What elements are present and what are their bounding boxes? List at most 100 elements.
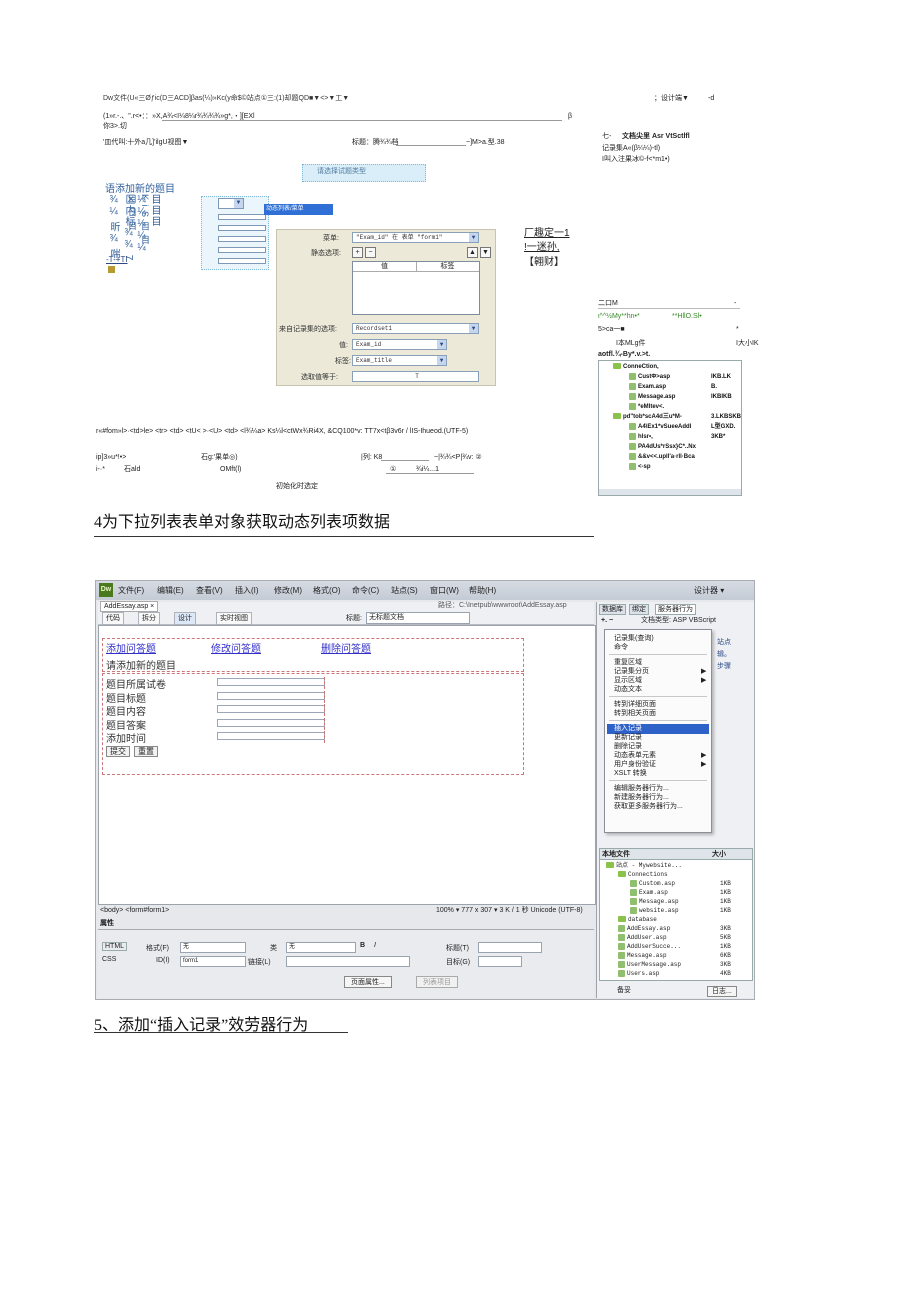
menu-item-5[interactable]: 显示区域 <box>614 676 642 685</box>
title-input-line[interactable] <box>396 145 466 146</box>
menu-item-9[interactable]: 转到相关页面 <box>614 709 656 718</box>
tree-item[interactable]: &&v<<.upll'a·rll·Bca <box>629 453 695 461</box>
id-select[interactable]: form1 <box>180 956 246 967</box>
remove-option-button[interactable]: − <box>365 247 376 258</box>
target-select[interactable] <box>478 956 522 967</box>
tree-item[interactable]: *eMltev<. <box>629 403 664 411</box>
chevron-down-icon[interactable]: ▼ <box>234 199 243 208</box>
menu-item-11[interactable]: 插入记录 <box>614 724 642 733</box>
dlg-select-input[interactable]: T <box>352 371 479 382</box>
file-tree-item[interactable]: Message.asp <box>618 952 667 960</box>
menu-item-0[interactable]: 记录集(查询) <box>614 634 654 643</box>
help-button[interactable]: 【翱财】 <box>524 253 564 268</box>
file-tree-item[interactable]: Connections <box>618 871 668 879</box>
file-tree-item[interactable]: website.asp <box>630 907 679 915</box>
link-input[interactable] <box>286 956 410 967</box>
file-tree-item[interactable]: AddEssay.asp <box>618 925 670 933</box>
input-field-5[interactable] <box>218 258 266 264</box>
workspace-switcher[interactable]: ；设计端▼ <box>654 94 689 103</box>
tree-item[interactable]: pd"tob*scA4d三u*M- <box>613 413 682 421</box>
cancel-button[interactable]: !一迷孙, <box>524 238 560 253</box>
menu-item-15[interactable]: 用户身份验证 <box>614 760 656 769</box>
ok-button[interactable]: 厂趣定一1 <box>524 224 570 239</box>
select-field[interactable]: ▼ <box>218 198 244 209</box>
panel-tab[interactable]: 服务器行为 <box>655 604 696 615</box>
dlg-value-select[interactable]: Exam_id ▼ <box>352 339 447 350</box>
menu-item[interactable]: 查看(V) <box>196 585 223 596</box>
tree-item[interactable]: ConneCtion, <box>613 363 659 371</box>
field-input[interactable] <box>217 678 325 686</box>
menu-item-6[interactable]: 动态文本 <box>614 685 642 694</box>
title-prop-input[interactable] <box>478 942 542 953</box>
title-right-tools[interactable]: ~]M>a.型.38 <box>466 138 505 147</box>
menu-item-19[interactable]: 新建服务器行为... <box>614 793 669 802</box>
panel-tab[interactable]: 绑定 <box>629 604 649 615</box>
menu-item-12[interactable]: 更新记录 <box>614 733 642 742</box>
file-tree-item[interactable]: Users.asp <box>618 970 659 978</box>
menu-item-4[interactable]: 记录集分页 <box>614 667 649 676</box>
add-behavior-icon[interactable]: +. − <box>601 616 613 625</box>
static-options-list[interactable]: 值 标签 <box>352 261 480 315</box>
reset-button[interactable]: 重置 <box>134 746 158 757</box>
panel-tab[interactable]: 数据库 <box>599 604 626 615</box>
input-field-1[interactable] <box>218 214 266 220</box>
nav-delete-question[interactable]: 删除问答题 <box>321 640 371 655</box>
menu-item-14[interactable]: 动态表单元素 <box>614 751 656 760</box>
dlg-menu-select[interactable]: "Exam_id" 在 表单 "form1" ▼ <box>352 232 479 243</box>
menu-item-3[interactable]: 重复区域 <box>614 658 642 667</box>
tree-item[interactable]: Exam.asp <box>629 383 666 391</box>
italic-button[interactable]: I <box>374 942 376 949</box>
menu-item[interactable]: 插入(I) <box>235 585 259 596</box>
file-tree-item[interactable]: Message.asp <box>630 898 679 906</box>
menu-item-18[interactable]: 编辑服务器行为... <box>614 784 669 793</box>
menu-item-1[interactable]: 命令 <box>614 643 628 652</box>
menu-item[interactable]: 文件(F) <box>118 585 144 596</box>
field-input[interactable] <box>217 732 325 740</box>
file-tab[interactable]: AddEssay.asp × <box>100 601 159 612</box>
panel-site-row-r[interactable]: **HllO.Sl• <box>672 312 702 321</box>
menu-item-8[interactable]: 转到详细页面 <box>614 700 656 709</box>
chevron-down-icon[interactable]: ▼ <box>469 233 478 242</box>
add-option-button[interactable]: + <box>352 247 363 258</box>
page-properties-button[interactable]: 页面属性... <box>344 976 392 988</box>
css-tab[interactable]: CSS <box>102 956 116 963</box>
field-input[interactable] <box>217 718 325 727</box>
submit-button[interactable]: 提交 <box>106 746 130 757</box>
menu-item[interactable]: 编辑(E) <box>157 585 184 596</box>
field-input[interactable] <box>217 691 325 700</box>
design-view-button[interactable]: 设计 <box>174 612 196 625</box>
view-buttons[interactable]: '皿代叫:十外a几]'ilgU视图▼ <box>103 138 188 147</box>
format-select[interactable]: 无 <box>180 942 246 953</box>
file-tree-item[interactable]: Exam.asp <box>630 889 668 897</box>
tree-item[interactable]: <-sp <box>629 463 651 471</box>
menu-item-20[interactable]: 获取更多服务器行为... <box>614 802 683 811</box>
move-up-button[interactable]: ▲ <box>467 247 478 258</box>
menu-item-16[interactable]: XSLT 转换 <box>614 769 647 778</box>
input-field-2[interactable] <box>218 225 266 231</box>
menu-item[interactable]: 格式(O) <box>313 585 341 596</box>
file-tree-item[interactable]: AddUser.asp <box>618 934 667 942</box>
files-tree[interactable]: 站点 - Mywebsite... Connections Custom.asp 1K… <box>599 859 753 981</box>
input-field-3[interactable] <box>218 236 266 242</box>
file-tab[interactable]: 你3>.切 <box>103 122 127 131</box>
tag-selector[interactable]: <body> <form#form1> <box>100 906 169 915</box>
chevron-down-icon[interactable]: ▼ <box>469 324 478 333</box>
move-down-button[interactable]: ▼ <box>480 247 491 258</box>
class-select[interactable]: 无 <box>286 942 356 953</box>
list-item-button[interactable]: 列表项目 <box>416 976 458 988</box>
input-field-4[interactable] <box>218 247 266 253</box>
menu-item-13[interactable]: 删除记录 <box>614 742 642 751</box>
dlg-recordset-select[interactable]: Recordset1 ▼ <box>352 323 479 334</box>
field-input[interactable] <box>217 705 325 713</box>
file-tree-item[interactable]: AddUserSucce... <box>618 943 681 951</box>
tree-scrollbar[interactable] <box>599 489 741 495</box>
file-tree-item[interactable]: 站点 - Mywebsite... <box>606 862 682 870</box>
tree-item[interactable]: hlsr•, <box>629 433 653 441</box>
workspace-switcher[interactable]: 设计器 ▾ <box>694 585 724 596</box>
menu-item[interactable]: 窗口(W) <box>430 585 459 596</box>
menu-item[interactable]: 修改(M) <box>274 585 302 596</box>
bold-button[interactable]: B <box>360 942 365 949</box>
file-tree-item[interactable]: Custom.asp <box>630 880 675 888</box>
file-tree-item[interactable]: UserMessage.asp <box>618 961 681 969</box>
props-height-line[interactable] <box>381 460 429 461</box>
